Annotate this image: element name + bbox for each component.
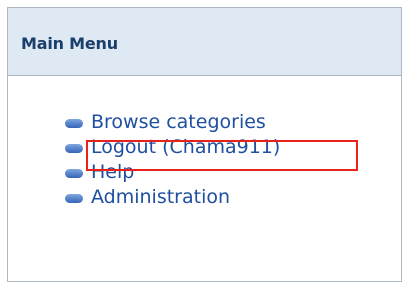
menu-link-browse-categories[interactable]: Browse categories <box>91 110 266 135</box>
panel-body: Browse categories Logout (Chama911) Help… <box>8 76 401 282</box>
bullet-icon <box>65 119 83 128</box>
highlight-box-logout <box>86 140 358 171</box>
bullet-icon <box>65 194 83 203</box>
panel-title: Main Menu <box>21 34 118 53</box>
menu-link-administration[interactable]: Administration <box>91 185 230 210</box>
bullet-icon <box>65 144 83 153</box>
bullet-icon <box>65 169 83 178</box>
panel-header: Main Menu <box>8 8 401 76</box>
